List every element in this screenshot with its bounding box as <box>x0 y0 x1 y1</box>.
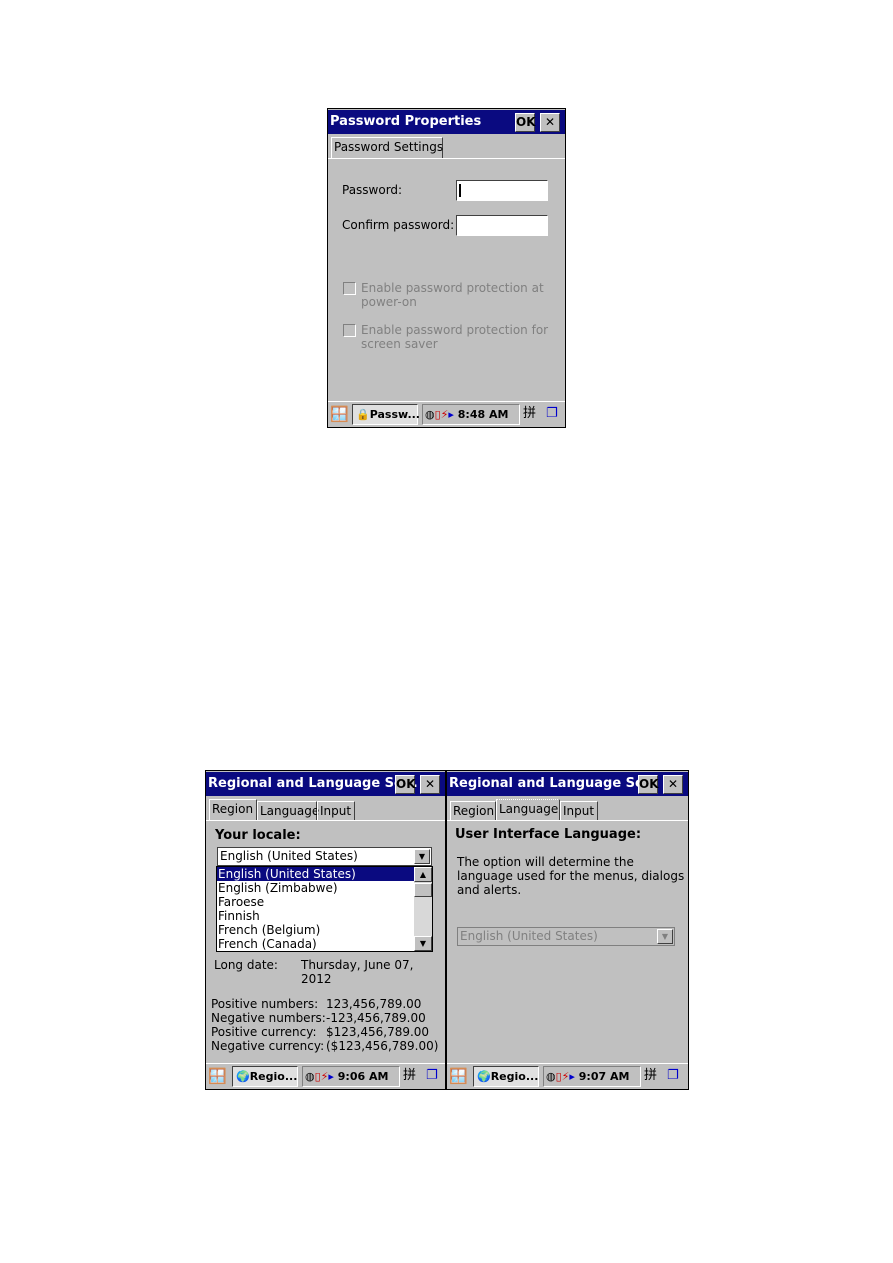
list-item[interactable]: English (United States) <box>217 867 432 881</box>
tab-divider <box>447 820 688 821</box>
list-item[interactable]: French (Belgium) <box>217 923 432 937</box>
password-label: Password: <box>342 183 403 197</box>
close-button[interactable]: ✕ <box>540 113 560 132</box>
system-tray: ◍▯⚡▸ 9:06 AM <box>302 1066 400 1087</box>
ime-button[interactable]: 拼 <box>523 404 543 425</box>
long-date-label: Long date: <box>214 958 278 972</box>
list-item[interactable]: English (Zimbabwe) <box>217 881 432 895</box>
list-item[interactable]: Finnish <box>217 909 432 923</box>
format-labels: Positive numbers: Negative numbers: Positi… <box>211 997 326 1053</box>
arrow-icon[interactable]: ▸ <box>569 1070 575 1083</box>
ime-button[interactable]: 拼 <box>644 1066 664 1087</box>
screen-saver-protection-label: Enable password protection for screen sav… <box>361 323 549 351</box>
tab-input[interactable]: Input <box>317 801 355 820</box>
password-input[interactable] <box>456 180 548 201</box>
start-windows-icon[interactable]: 🪟 <box>449 1066 468 1087</box>
window-title: Regional and Language Se... <box>449 776 659 791</box>
chevron-down-icon[interactable]: ▼ <box>657 929 673 944</box>
desktop-windows-icon[interactable]: ❐ <box>667 1066 679 1087</box>
list-item[interactable]: French (Canada) <box>217 937 432 951</box>
battery-icon[interactable]: ▯⚡ <box>315 1070 329 1083</box>
text-cursor <box>459 184 461 197</box>
long-date-value: Thursday, June 07, 2012 <box>301 958 414 986</box>
chevron-down-icon[interactable]: ▼ <box>414 849 430 864</box>
network-icon[interactable]: ◍ <box>425 408 435 421</box>
tab-region[interactable]: Region <box>450 801 496 820</box>
battery-icon[interactable]: ▯⚡ <box>556 1070 570 1083</box>
locale-label: Your locale: <box>215 828 301 843</box>
close-button[interactable]: ✕ <box>663 775 683 794</box>
list-item[interactable]: Faroese <box>217 895 432 909</box>
start-windows-icon[interactable]: 🪟 <box>330 404 349 425</box>
ui-language-heading: User Interface Language: <box>455 827 642 842</box>
tab-region[interactable]: Region <box>209 799 257 820</box>
confirm-password-label: Confirm password: <box>342 218 455 232</box>
screen-saver-protection-checkbox[interactable] <box>343 324 356 337</box>
title-bar: Regional and Language Se... OK ✕ <box>447 772 688 796</box>
locale-options-list: English (United States) English (Zimbabw… <box>216 866 433 952</box>
format-values: 123,456,789.00 -123,456,789.00 $123,456,78… <box>326 997 439 1053</box>
lock-icon: 🔒 <box>356 408 370 421</box>
ime-button[interactable]: 拼 <box>403 1066 423 1087</box>
taskbar: 🪟 🌍Regio... ◍▯⚡▸ 9:06 AM 拼 ❐ <box>206 1063 445 1089</box>
ok-button[interactable]: OK <box>515 113 536 132</box>
regional-settings-window-region: Regional and Language Se... OK ✕ Region … <box>205 770 446 1090</box>
system-tray: ◍▯⚡▸ 9:07 AM <box>543 1066 641 1087</box>
window-title: Password Properties <box>330 114 482 129</box>
window-title: Regional and Language Se... <box>208 776 418 791</box>
network-icon[interactable]: ◍ <box>546 1070 556 1083</box>
clock[interactable]: 9:07 AM <box>579 1070 630 1083</box>
ok-button[interactable]: OK <box>638 775 659 794</box>
tab-divider <box>328 158 565 159</box>
taskbar-app-button[interactable]: 🌍Regio... <box>232 1066 298 1087</box>
power-on-protection-label: Enable password protection at power-on <box>361 281 544 309</box>
clock[interactable]: 9:06 AM <box>338 1070 389 1083</box>
tab-language[interactable]: Language <box>496 799 560 820</box>
scroll-down-icon[interactable]: ▼ <box>414 936 432 951</box>
power-on-protection-checkbox[interactable] <box>343 282 356 295</box>
ui-language-description: The option will determine the language us… <box>457 855 685 897</box>
close-button[interactable]: ✕ <box>420 775 440 794</box>
scroll-up-icon[interactable]: ▲ <box>414 867 432 882</box>
password-properties-window: Password Properties OK ✕ Password Settin… <box>327 108 566 428</box>
title-bar: Password Properties OK ✕ <box>328 110 565 134</box>
ok-button[interactable]: OK <box>395 775 416 794</box>
taskbar-app-button[interactable]: 🔒Passw... <box>352 404 420 425</box>
title-bar: Regional and Language Se... OK ✕ <box>206 772 445 796</box>
battery-icon[interactable]: ▯⚡ <box>435 408 449 421</box>
arrow-icon[interactable]: ▸ <box>448 408 454 421</box>
scroll-thumb[interactable] <box>414 883 432 897</box>
arrow-icon[interactable]: ▸ <box>328 1070 334 1083</box>
locale-dropdown[interactable]: English (United States) ▼ <box>217 847 432 866</box>
taskbar: 🪟 🌍Regio... ◍▯⚡▸ 9:07 AM 拼 ❐ <box>447 1063 688 1089</box>
desktop-windows-icon[interactable]: ❐ <box>546 404 558 425</box>
globe-icon: 🌍 <box>236 1070 250 1083</box>
desktop-windows-icon[interactable]: ❐ <box>426 1066 438 1087</box>
tab-divider <box>206 820 445 821</box>
taskbar-app-button[interactable]: 🌍Regio... <box>473 1066 539 1087</box>
confirm-password-input[interactable] <box>456 215 548 236</box>
tab-password-settings[interactable]: Password Settings <box>331 137 443 158</box>
system-tray: ◍▯⚡▸ 8:48 AM <box>422 404 520 425</box>
network-icon[interactable]: ◍ <box>305 1070 315 1083</box>
regional-settings-window-language: Regional and Language Se... OK ✕ Region … <box>446 770 689 1090</box>
clock[interactable]: 8:48 AM <box>458 408 509 421</box>
tab-language[interactable]: Language <box>257 801 319 820</box>
ui-language-dropdown[interactable]: English (United States) ▼ <box>457 927 675 946</box>
tab-input[interactable]: Input <box>560 801 598 820</box>
scrollbar[interactable]: ▲ ▼ <box>414 867 432 951</box>
globe-icon: 🌍 <box>477 1070 491 1083</box>
taskbar: 🪟 🔒Passw... ◍▯⚡▸ 8:48 AM 拼 ❐ <box>328 401 565 427</box>
start-windows-icon[interactable]: 🪟 <box>208 1066 227 1087</box>
